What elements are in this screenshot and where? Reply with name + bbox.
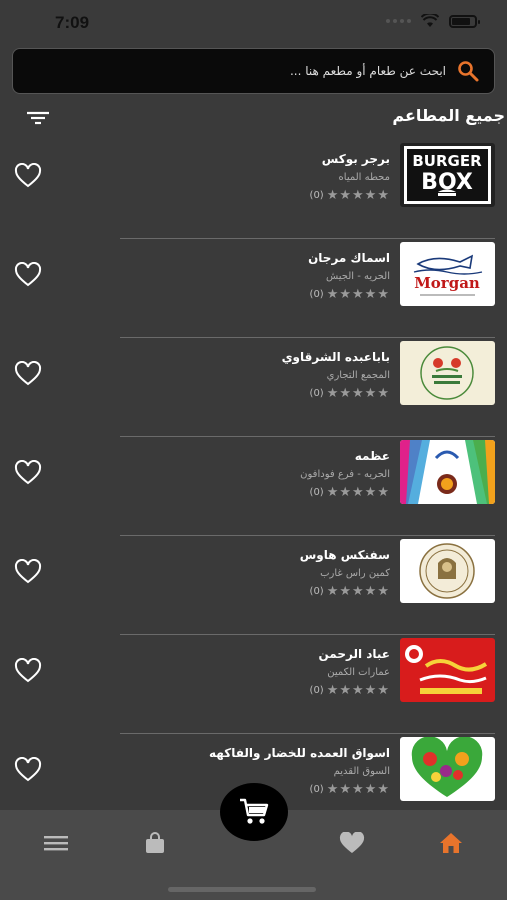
baba-abdo-logo (400, 341, 495, 405)
restaurant-list: BURGER BOX برجر بوكس محطه المياه (0) ★★★… (0, 140, 507, 833)
restaurant-address: السوق القديم (333, 766, 390, 777)
rating-count: (0) (309, 289, 324, 300)
home-indicator (168, 887, 316, 892)
status-time: 7:09 (55, 13, 90, 32)
rating: (0) ★★★★★ (310, 584, 390, 599)
restaurant-item[interactable]: BURGER BOX برجر بوكس محطه المياه (0) ★★★… (0, 140, 507, 239)
restaurant-name: عباد الرحمن (318, 647, 390, 661)
restaurant-name: برجر بوكس (321, 152, 390, 166)
rating-count: (0) (309, 487, 324, 498)
burger-box-logo: BURGER BOX (400, 143, 495, 207)
rating-count: (0) (309, 784, 324, 795)
nav-home[interactable] (436, 828, 466, 858)
vegetables-heart-image (400, 737, 495, 801)
star-icon: ★★★★★ (326, 683, 390, 698)
filter-icon[interactable] (25, 107, 51, 129)
home-icon (440, 833, 462, 853)
restaurant-item[interactable]: Morgan اسماك مرجان الحريه - الجيش (0) ★★… (0, 239, 507, 338)
rating-count: (0) (309, 388, 324, 399)
rating: (0) ★★★★★ (310, 683, 390, 698)
rating: (0) ★★★★★ (310, 188, 390, 203)
restaurant-address: عمارات الكمين (327, 667, 390, 678)
favorite-heart-icon[interactable] (14, 361, 42, 387)
list-header: جميع المطاعم (0, 103, 507, 133)
favorite-heart-icon[interactable] (14, 163, 42, 189)
nav-orders[interactable] (140, 828, 170, 858)
star-icon: ★★★★★ (326, 584, 390, 599)
rating-count: (0) (309, 586, 324, 597)
status-icons (386, 14, 480, 28)
search-bar[interactable]: ابحث عن طعام أو مطعم هنا ... (12, 48, 495, 94)
cart-button[interactable] (220, 783, 288, 841)
restaurant-item[interactable]: عباد الرحمن عمارات الكمين (0) ★★★★★ (0, 635, 507, 734)
star-icon: ★★★★★ (326, 188, 390, 203)
menu-icon (44, 836, 68, 851)
search-input[interactable]: ابحث عن طعام أو مطعم هنا ... (290, 64, 446, 78)
search-icon (458, 61, 479, 82)
bag-icon (146, 832, 164, 853)
sphinx-house-logo (400, 539, 495, 603)
restaurant-name: باباعبده الشرقاوي (281, 350, 390, 364)
nav-menu[interactable] (41, 828, 71, 858)
restaurant-address: محطه المياه (338, 172, 390, 183)
cart-icon (240, 798, 269, 824)
battery-icon (449, 14, 480, 28)
morgan-logo: Morgan (400, 242, 495, 306)
star-icon: ★★★★★ (326, 485, 390, 500)
rating-count: (0) (309, 190, 324, 201)
restaurant-item[interactable]: سفنكس هاوس كمين راس غارب (0) ★★★★★ (0, 536, 507, 635)
restaurant-address: كمين راس غارب (320, 568, 390, 579)
restaurant-name: سفنكس هاوس (299, 548, 390, 562)
restaurant-name: اسواق العمده للخضار والفاكهه (209, 746, 390, 760)
restaurant-item[interactable]: عظمه الحريه - فرع فودافون (0) ★★★★★ (0, 437, 507, 536)
favorite-heart-icon[interactable] (14, 658, 42, 684)
morgan-logo-text: Morgan (414, 274, 480, 292)
ebad-alrahman-logo (400, 638, 495, 702)
restaurant-address: المجمع التجاري (326, 370, 390, 381)
rating: (0) ★★★★★ (310, 782, 390, 797)
svg-text:BURGER: BURGER (412, 152, 482, 170)
restaurant-address: الحريه - الجيش (326, 271, 390, 282)
restaurant-address: الحريه - فرع فودافون (300, 469, 390, 480)
status-bar: 7:09 (0, 0, 507, 44)
rating: (0) ★★★★★ (310, 287, 390, 302)
rating: (0) ★★★★★ (310, 386, 390, 401)
star-icon: ★★★★★ (326, 386, 390, 401)
nav-favorites[interactable] (337, 828, 367, 858)
rating-count: (0) (309, 685, 324, 696)
wifi-icon (421, 14, 439, 27)
favorite-heart-icon[interactable] (14, 559, 42, 585)
azama-logo (400, 440, 495, 504)
restaurant-item[interactable]: باباعبده الشرقاوي المجمع التجاري (0) ★★★… (0, 338, 507, 437)
star-icon: ★★★★★ (326, 287, 390, 302)
restaurant-name: عظمه (354, 449, 390, 463)
section-title: جميع المطاعم (392, 106, 505, 125)
favorite-heart-icon[interactable] (14, 757, 42, 783)
favorite-heart-icon[interactable] (14, 460, 42, 486)
heart-icon (339, 832, 365, 853)
favorite-heart-icon[interactable] (14, 262, 42, 288)
signal-icon (386, 19, 411, 23)
star-icon: ★★★★★ (326, 782, 390, 797)
restaurant-name: اسماك مرجان (308, 251, 390, 265)
rating: (0) ★★★★★ (310, 485, 390, 500)
